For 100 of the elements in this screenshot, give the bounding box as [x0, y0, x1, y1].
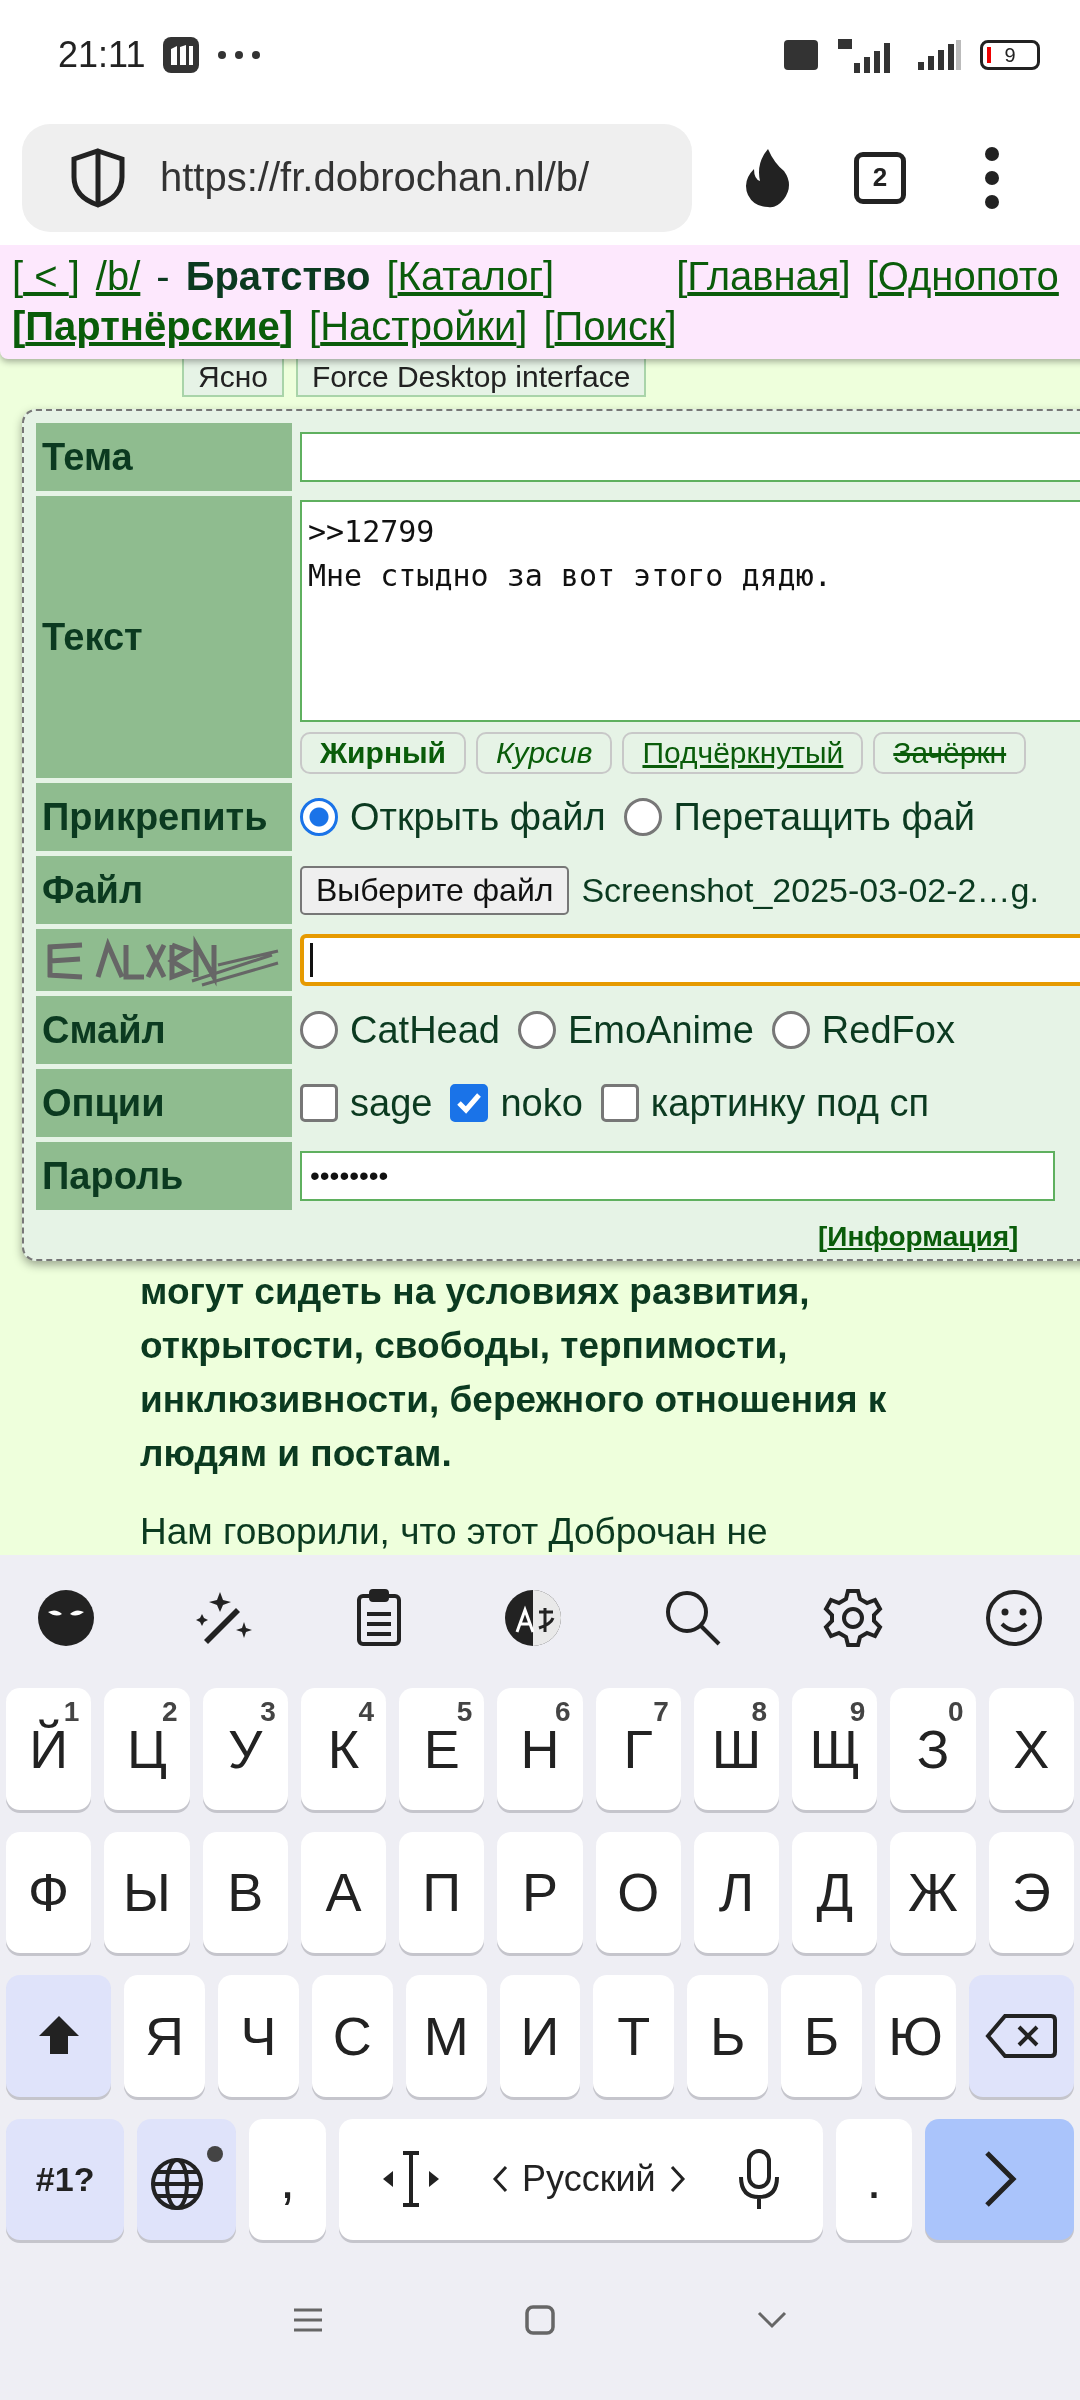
key[interactable]: М: [405, 1975, 487, 2097]
nav-link[interactable]: /b/: [95, 251, 141, 301]
password-field[interactable]: ••••••••: [300, 1151, 1055, 1201]
key[interactable]: Ф: [6, 1831, 92, 1953]
radio-button[interactable]: [518, 1011, 556, 1049]
info-link[interactable]: [Информация]: [818, 1221, 1019, 1252]
address-bar[interactable]: https://fr.dobrochan.nl/b/: [22, 123, 692, 232]
key[interactable]: Д: [792, 1831, 878, 1953]
key[interactable]: Й 1: [6, 1688, 92, 1810]
nav-link[interactable]: [Партнёрские]: [12, 301, 294, 351]
clipboard-icon[interactable]: [355, 1587, 404, 1648]
nav-link[interactable]: [Поиск]: [543, 301, 677, 351]
key[interactable]: Б: [781, 1975, 862, 2097]
menu-icon[interactable]: [984, 145, 1000, 210]
message-field[interactable]: >>12799 Мне стыдно за вот этого дядю.: [300, 500, 1080, 722]
key-hint: 1: [63, 1696, 80, 1727]
shield-icon: [70, 146, 126, 209]
key[interactable]: Ь: [687, 1975, 769, 2097]
key[interactable]: Е 5: [399, 1688, 485, 1810]
incognito-icon[interactable]: [36, 1587, 96, 1648]
checkbox[interactable]: [450, 1084, 489, 1122]
option-label: RedFox: [821, 1008, 955, 1052]
battery-indicator: 9: [980, 40, 1040, 70]
smiley-icon[interactable]: [983, 1587, 1044, 1648]
post-text: Нам говорили, что этот Доброчан не: [140, 1510, 769, 1554]
tab-count[interactable]: 2: [854, 151, 906, 204]
key-hint: 4: [358, 1696, 375, 1728]
format-button[interactable]: Подчёркнутый: [622, 732, 864, 774]
key[interactable]: Э: [988, 1831, 1074, 1953]
board-title: Братство: [185, 253, 371, 300]
field-label: Смайл: [36, 996, 292, 1064]
key[interactable]: Р: [497, 1831, 583, 1953]
key[interactable]: Т: [593, 1975, 675, 2097]
radio-button[interactable]: [300, 798, 338, 836]
banner-button[interactable]: Force Desktop interface: [295, 357, 647, 397]
key[interactable]: Ы: [104, 1831, 190, 1953]
key-hint: 7: [653, 1696, 669, 1728]
backspace-key[interactable]: [968, 1975, 1074, 2097]
recent-apps-icon[interactable]: [292, 2307, 324, 2333]
format-button[interactable]: Зачёркн: [873, 732, 1027, 774]
app-icon: [163, 37, 200, 73]
captcha-field[interactable]: [300, 934, 1080, 986]
shift-key[interactable]: [6, 1975, 112, 2097]
translate-icon[interactable]: [502, 1587, 563, 1648]
key-hint: 3: [260, 1696, 276, 1728]
file-name: Screenshot_2025-03-02-2…g.: [581, 870, 1039, 910]
settings-icon[interactable]: [822, 1586, 885, 1649]
key[interactable]: Ч: [218, 1975, 299, 2097]
symbols-key[interactable]: #1?: [6, 2118, 125, 2240]
key[interactable]: Щ 9: [792, 1688, 878, 1810]
key[interactable]: Ю: [875, 1975, 956, 2097]
key[interactable]: Ц 2: [104, 1688, 190, 1810]
key[interactable]: С: [311, 1975, 393, 2097]
chevron-down-icon[interactable]: [756, 2310, 788, 2330]
checkbox[interactable]: [300, 1084, 338, 1122]
key[interactable]: Х: [988, 1688, 1074, 1810]
key[interactable]: Ш 8: [693, 1688, 780, 1810]
nav-link[interactable]: [Однопото: [866, 251, 1059, 301]
radio-button[interactable]: [771, 1011, 810, 1049]
language-key[interactable]: [137, 2118, 237, 2240]
format-button[interactable]: Курсив: [476, 732, 613, 774]
field-label: Файл: [36, 856, 292, 924]
choose-file-button[interactable]: Выберите файл: [300, 865, 570, 915]
key[interactable]: Г 7: [595, 1688, 681, 1810]
key-hint: 0: [948, 1696, 964, 1728]
key[interactable]: Ж: [890, 1831, 976, 1953]
option-label: Открыть файл: [350, 795, 606, 839]
key[interactable]: З 0: [890, 1688, 976, 1810]
key[interactable]: Я: [124, 1975, 205, 2097]
field-label: Прикрепить: [36, 783, 292, 851]
option-label: CatHead: [350, 1008, 500, 1052]
enter-key[interactable]: [925, 2118, 1074, 2240]
nav-link[interactable]: [Каталог]: [386, 251, 555, 301]
key[interactable]: В: [202, 1831, 288, 1953]
key[interactable]: ,: [249, 2118, 326, 2240]
space-key[interactable]: Русский: [338, 2118, 823, 2240]
key[interactable]: И: [499, 1975, 581, 2097]
key[interactable]: У 3: [202, 1688, 288, 1810]
nav-link[interactable]: [Главная]: [676, 251, 851, 301]
format-button[interactable]: Жирный: [300, 732, 467, 774]
key[interactable]: Л: [693, 1831, 780, 1953]
key[interactable]: О: [595, 1831, 681, 1953]
nav-link[interactable]: [Настройки]: [309, 301, 528, 351]
key-hint: 9: [849, 1696, 866, 1728]
radio-button[interactable]: [300, 1011, 338, 1049]
clock: 21:11: [58, 34, 146, 76]
separator-text: -: [156, 253, 170, 300]
home-icon[interactable]: [524, 2304, 556, 2336]
nav-link[interactable]: [ < ]: [12, 251, 80, 301]
checkbox[interactable]: [600, 1084, 639, 1122]
banner-button[interactable]: Ясно: [182, 357, 284, 397]
key-hint: 5: [456, 1696, 473, 1728]
option-label: noko: [500, 1081, 583, 1125]
key[interactable]: .: [836, 2118, 913, 2240]
subject-field[interactable]: [300, 432, 1080, 482]
key[interactable]: Н 6: [497, 1688, 583, 1810]
key[interactable]: К 4: [300, 1688, 387, 1810]
key[interactable]: П: [399, 1831, 485, 1953]
key[interactable]: А: [300, 1831, 387, 1953]
radio-button[interactable]: [623, 798, 662, 836]
